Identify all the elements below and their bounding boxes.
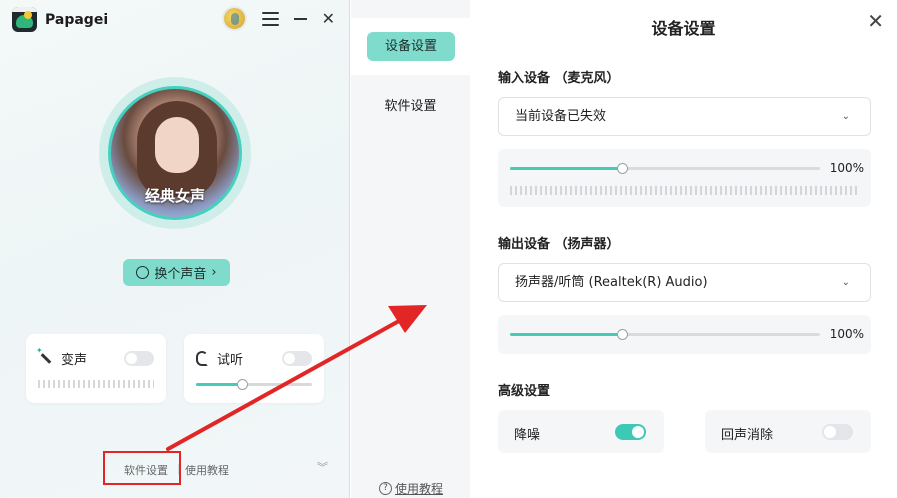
page-title: 设备设置 (651, 19, 716, 38)
sidebar-item-device-settings[interactable]: 设备设置 (367, 32, 455, 61)
close-icon[interactable]: ✕ (867, 9, 884, 33)
input-volume-slider[interactable] (510, 163, 820, 174)
noise-reduction-label: 降噪 (514, 428, 541, 443)
input-level-meter (510, 186, 859, 195)
close-icon[interactable]: ✕ (322, 10, 335, 27)
slider-handle[interactable] (616, 163, 628, 174)
ear-icon (196, 351, 208, 366)
input-device-value: 当前设备已失效 (515, 109, 607, 124)
magic-wand-icon (36, 346, 52, 366)
voice-change-level-meter (38, 380, 154, 388)
slider-handle[interactable] (616, 329, 628, 340)
help-link[interactable]: ? 使用教程 (379, 480, 443, 497)
output-volume-box: 100% (498, 315, 871, 354)
double-chevron-down-icon[interactable]: ︾ (317, 459, 328, 475)
input-device-select[interactable]: 当前设备已失效 ⌄ (498, 97, 871, 136)
advanced-settings-heading: 高级设置 (498, 384, 551, 399)
waveform-icon (136, 266, 150, 279)
app-name: Papagei (45, 11, 109, 28)
monitor-volume-slider[interactable] (196, 379, 312, 390)
settings-sidebar: 设备设置 软件设置 ? 使用教程 (351, 0, 470, 498)
echo-cancel-toggle[interactable] (822, 424, 853, 440)
voice-avatar: 经典女声 (108, 86, 242, 220)
sidebar-item-software-settings[interactable]: 软件设置 (351, 95, 470, 114)
chevron-down-icon: ⌄ (841, 277, 850, 288)
noise-reduction-toggle[interactable] (615, 424, 646, 440)
help-icon: ? (379, 482, 392, 495)
papagei-logo-icon (12, 7, 37, 32)
input-volume-value: 100% (829, 161, 864, 175)
window-controls: ✕ (221, 6, 335, 31)
slider-handle[interactable] (237, 379, 249, 390)
voice-change-label: 变声 (61, 353, 88, 368)
voice-name: 经典女声 (144, 187, 205, 205)
voice-avatar-ring[interactable]: 经典女声 (99, 77, 251, 229)
echo-cancel-label: 回声消除 (721, 428, 774, 443)
minimize-icon[interactable] (293, 17, 307, 20)
monitor-card: 试听 (184, 334, 324, 403)
help-label: 使用教程 (395, 482, 444, 496)
chevron-down-icon: ⌄ (841, 111, 850, 122)
device-settings-panel: 设备设置 ✕ 输入设备 （麦克风） 当前设备已失效 ⌄ 100% 输出设备 （扬… (470, 0, 897, 498)
screenshot: Papagei ✕ 经典女声 换个声音 › 变声 (0, 0, 897, 498)
swap-voice-label: 换个声音 (154, 267, 207, 282)
voice-change-toggle[interactable] (124, 351, 154, 366)
app-titlebar: Papagei (12, 7, 108, 32)
user-avatar[interactable] (221, 6, 247, 31)
swap-voice-button[interactable]: 换个声音 › (123, 259, 230, 286)
input-volume-box: 100% (498, 149, 871, 207)
output-volume-value: 100% (829, 327, 864, 341)
papagei-app-window: Papagei ✕ 经典女声 换个声音 › 变声 (0, 0, 350, 498)
output-device-value: 扬声器/听筒 (Realtek(R) Audio) (515, 275, 708, 290)
monitor-label: 试听 (217, 353, 244, 368)
voice-change-card: 变声 (26, 334, 166, 403)
monitor-toggle[interactable] (282, 351, 312, 366)
menu-icon[interactable] (261, 11, 279, 26)
tutorial-link[interactable]: 使用教程 (185, 462, 229, 478)
noise-reduction-card: 降噪 (498, 410, 664, 453)
echo-cancel-card: 回声消除 (705, 410, 871, 453)
output-volume-slider[interactable] (510, 329, 820, 340)
chevron-right-icon: › (211, 265, 217, 280)
output-device-select[interactable]: 扬声器/听筒 (Realtek(R) Audio) ⌄ (498, 263, 871, 302)
output-device-heading: 输出设备 （扬声器） (498, 237, 620, 252)
annotation-highlight-box (103, 451, 181, 485)
input-device-heading: 输入设备 （麦克风） (498, 71, 620, 86)
